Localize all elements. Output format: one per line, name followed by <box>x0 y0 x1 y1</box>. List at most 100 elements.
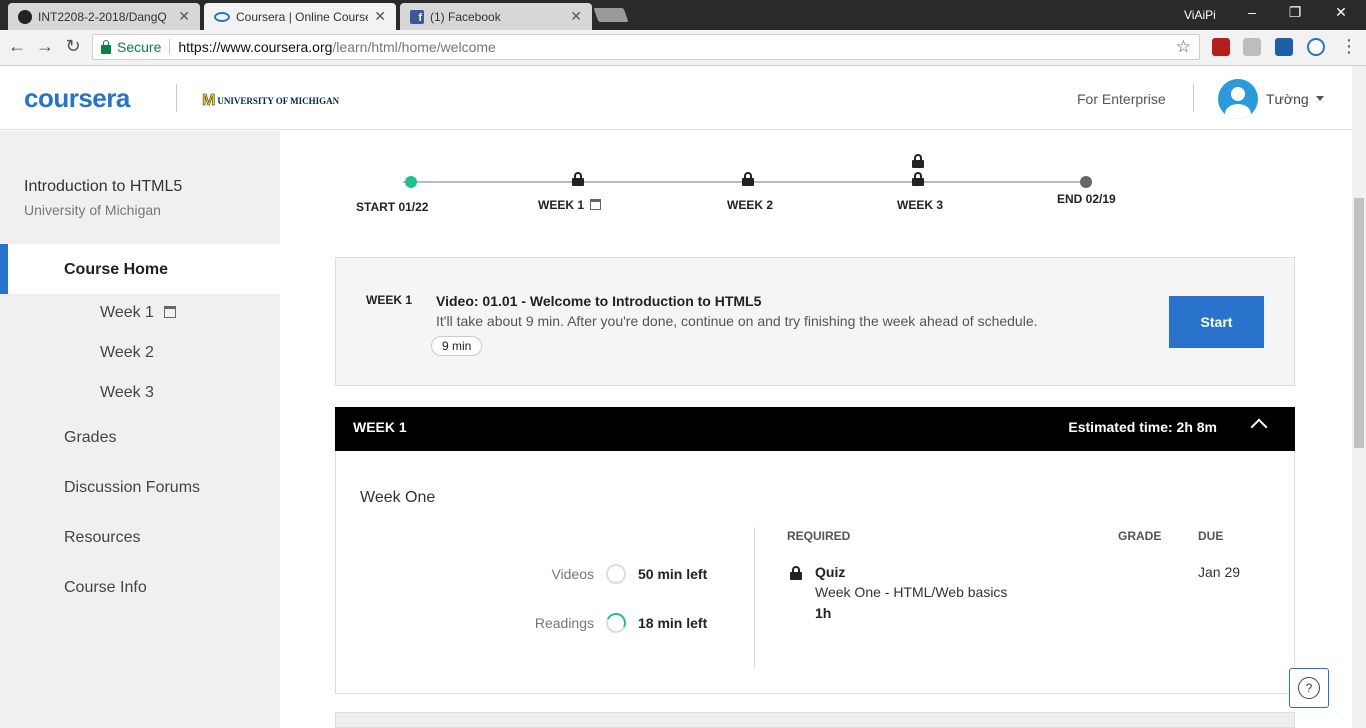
for-enterprise-link[interactable]: For Enterprise <box>1077 91 1166 107</box>
column-header-grade: GRADE <box>1118 529 1162 543</box>
sidebar-item-course-info[interactable]: Course Info <box>0 579 280 597</box>
stat-value-videos: 50 min left <box>638 566 708 582</box>
chevron-up-icon[interactable] <box>1250 418 1268 436</box>
partner-logo: M UNIVERSITY OF MICHIGAN <box>202 92 339 110</box>
tab-title: (1) Facebook <box>430 9 501 24</box>
next-item-card: WEEK 1 Video: 01.01 - Welcome to Introdu… <box>335 257 1295 386</box>
site-header: coursera M UNIVERSITY OF MICHIGAN For En… <box>0 66 1352 130</box>
window-user: ViAiPi <box>1184 8 1216 22</box>
michigan-m-icon: M <box>202 92 216 110</box>
github-icon <box>18 9 32 24</box>
sync-extension-icon[interactable] <box>1307 38 1325 56</box>
sidebar-item-resources[interactable]: Resources <box>0 529 280 547</box>
browser-tab-github[interactable]: INT2208-2-2018/DangQ ✕ <box>8 3 200 30</box>
calendar-icon <box>163 306 176 318</box>
timeline-start-dot <box>405 176 417 188</box>
url-path: /learn/html/home/welcome <box>332 39 496 55</box>
tab-title: INT2208-2-2018/DangQ <box>38 9 167 24</box>
quiz-due-date: Jan 29 <box>1198 564 1241 580</box>
help-button[interactable]: ? <box>1289 668 1329 708</box>
user-name[interactable]: Tường <box>1266 91 1309 107</box>
quiz-title[interactable]: Quiz <box>815 564 845 580</box>
page-scrollbar[interactable] <box>1352 66 1366 728</box>
sidebar-item-course-home[interactable]: Course Home <box>0 244 280 294</box>
url-host: https://www.coursera.org <box>178 39 333 55</box>
week-header-title: WEEK 1 <box>353 419 407 435</box>
timeline-start-label: START 01/22 <box>356 200 429 214</box>
sidebar-item-grades[interactable]: Grades <box>0 429 280 447</box>
reload-icon[interactable]: ↻ <box>62 36 84 57</box>
facebook-icon: f <box>410 9 424 24</box>
next-item-title[interactable]: Video: 01.01 - Welcome to Introduction t… <box>436 293 761 309</box>
bookmark-star-icon[interactable]: ☆ <box>1176 37 1191 57</box>
stat-value-readings: 18 min left <box>638 615 708 631</box>
close-icon[interactable]: ✕ <box>178 8 190 25</box>
scrollbar-thumb[interactable] <box>1354 198 1364 448</box>
lock-icon <box>790 566 802 580</box>
avatar[interactable] <box>1218 79 1258 119</box>
browser-tab-facebook[interactable]: f (1) Facebook ✕ <box>400 3 592 30</box>
url-bar[interactable]: Secure https://www.coursera.org /learn/h… <box>92 34 1200 60</box>
stat-label-videos: Videos <box>551 566 594 582</box>
timeline-end-dot <box>1080 176 1092 188</box>
quiz-duration: 1h <box>815 605 832 621</box>
timeline-week-label: WEEK 1 <box>538 198 585 212</box>
duration-badge: 9 min <box>431 336 483 356</box>
coursera-logo[interactable]: coursera <box>24 83 130 114</box>
divider <box>169 39 171 55</box>
ublock-extension-icon[interactable] <box>1212 38 1230 56</box>
divider <box>754 527 755 669</box>
estimated-time: Estimated time: 2h 8m <box>1068 419 1217 435</box>
question-icon: ? <box>1298 677 1320 699</box>
close-icon[interactable]: ✕ <box>570 8 582 25</box>
start-button[interactable]: Start <box>1169 296 1264 348</box>
tab-title: Coursera | Online Course <box>236 9 369 24</box>
new-tab-button[interactable] <box>593 8 629 22</box>
week-name: Week One <box>360 489 436 506</box>
next-item-description: It'll take about 9 min. After you're don… <box>436 313 1038 329</box>
quiz-subtitle[interactable]: Week One - HTML/Web basics <box>815 584 1007 600</box>
restore-icon[interactable]: ❐ <box>1283 4 1307 21</box>
divider <box>1193 84 1194 112</box>
close-icon[interactable]: ✕ <box>374 8 386 25</box>
secure-label: Secure <box>117 39 162 55</box>
timeline-week3-label[interactable]: WEEK 3 <box>897 198 943 212</box>
lock-icon <box>912 154 924 168</box>
window-close-icon[interactable]: ✕ <box>1329 4 1353 21</box>
cube-extension-icon[interactable] <box>1243 38 1261 56</box>
next-item-week: WEEK 1 <box>366 293 413 307</box>
secure-lock-icon <box>101 39 111 54</box>
lock-icon <box>572 172 584 186</box>
sidebar-item-discussion-forums[interactable]: Discussion Forums <box>0 479 280 497</box>
timeline-week2-label[interactable]: WEEK 2 <box>727 198 773 212</box>
partner-name: UNIVERSITY OF MICHIGAN <box>217 96 340 106</box>
forward-icon[interactable]: → <box>34 36 56 57</box>
coursera-icon <box>214 11 230 22</box>
chevron-down-icon[interactable] <box>1316 96 1324 101</box>
progress-ring-icon <box>603 610 629 636</box>
stat-label-readings: Readings <box>534 615 594 631</box>
lock-icon <box>912 172 924 186</box>
next-week-section-header[interactable] <box>335 712 1295 728</box>
calendar-icon <box>590 199 602 210</box>
browser-tab-bar: INT2208-2-2018/DangQ ✕ Coursera | Online… <box>0 0 1366 30</box>
browser-tab-coursera[interactable]: Coursera | Online Course ✕ <box>204 3 396 30</box>
divider <box>176 84 177 112</box>
back-icon[interactable]: ← <box>6 36 28 57</box>
minimize-icon[interactable]: – <box>1240 4 1264 20</box>
course-university: University of Michigan <box>24 202 161 218</box>
sidebar-item-week-1[interactable]: Week 1 <box>0 304 280 322</box>
sidebar-item-week-3[interactable]: Week 3 <box>0 384 280 402</box>
sidebar-item-week-2[interactable]: Week 2 <box>0 344 280 362</box>
lock-icon <box>742 172 754 186</box>
bookmark-extension-icon[interactable] <box>1275 38 1293 56</box>
timeline-week1-label[interactable]: WEEK 1 <box>538 198 602 212</box>
timeline-end-label: END 02/19 <box>1057 192 1116 206</box>
course-title[interactable]: Introduction to HTML5 <box>24 178 182 196</box>
menu-kebab-icon[interactable]: ⋮ <box>1338 36 1360 57</box>
week-section-header[interactable]: WEEK 1 Estimated time: 2h 8m <box>335 407 1295 451</box>
week-section-body: Week One Videos 50 min left Readings 18 … <box>335 451 1295 694</box>
course-sidebar: Introduction to HTML5 University of Mich… <box>0 131 280 728</box>
column-header-due: DUE <box>1198 529 1224 543</box>
address-toolbar: ← → ↻ Secure https://www.coursera.org /l… <box>0 30 1366 66</box>
